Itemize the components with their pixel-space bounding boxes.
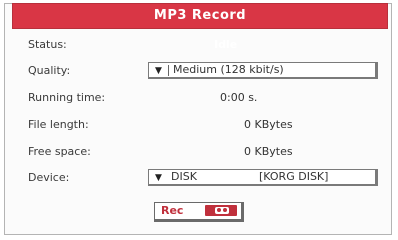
file-length-label: File length: — [28, 118, 89, 131]
device-label: Device: — [28, 171, 70, 184]
tape-reel-left — [217, 208, 221, 212]
quality-selected-value: Medium (128 kbit/s) — [173, 63, 284, 76]
dropdown-arrow-icon: ▼ — [155, 66, 162, 76]
file-length-value: 0 KBytes — [244, 118, 293, 131]
device-selected-value: DISK — [171, 170, 197, 183]
free-space-value: 0 KBytes — [244, 145, 293, 158]
device-volume-name: [KORG DISK] — [259, 170, 329, 183]
quality-dropdown[interactable]: ▼ Medium (128 kbit/s) — [148, 62, 378, 79]
tape-window — [215, 207, 229, 214]
dialog-title: MP3 Record — [12, 3, 388, 29]
status-label: Status: — [28, 38, 67, 51]
tape-icon — [205, 205, 237, 216]
dropdown-separator — [168, 65, 169, 76]
dropdown-arrow-icon: ▼ — [155, 173, 162, 183]
rec-button[interactable]: Rec — [154, 202, 244, 222]
tape-reel-right — [223, 208, 227, 212]
rec-button-label: Rec — [161, 204, 184, 217]
running-time-value: 0:00 s. — [220, 91, 258, 104]
device-dropdown[interactable]: ▼ DISK [KORG DISK] — [148, 169, 378, 186]
free-space-label: Free space: — [28, 145, 91, 158]
quality-label: Quality: — [28, 64, 71, 77]
running-time-label: Running time: — [28, 91, 106, 104]
status-value: Idle — [214, 38, 238, 51]
